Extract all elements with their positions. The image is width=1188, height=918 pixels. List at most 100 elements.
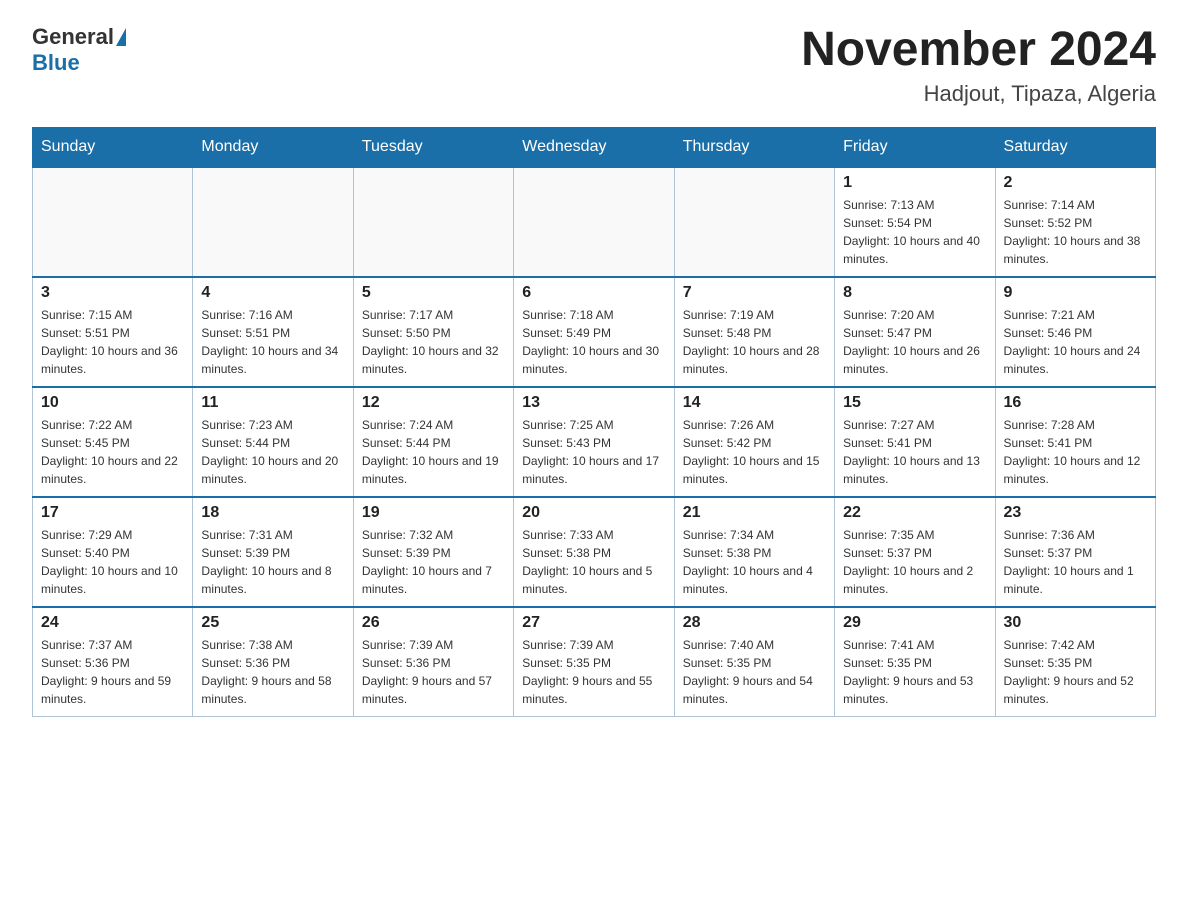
day-info: Sunrise: 7:25 AMSunset: 5:43 PMDaylight:… — [522, 416, 665, 488]
day-info: Sunrise: 7:41 AMSunset: 5:35 PMDaylight:… — [843, 636, 986, 708]
calendar-cell: 17Sunrise: 7:29 AMSunset: 5:40 PMDayligh… — [33, 497, 193, 607]
logo-blue-text: Blue — [32, 50, 80, 76]
title-area: November 2024 Hadjout, Tipaza, Algeria — [801, 24, 1156, 107]
day-number: 13 — [522, 394, 665, 412]
day-number: 30 — [1004, 614, 1147, 632]
calendar-week-row: 24 Sunrise: 7:37 AMSunset: 5:36 PMDayligh… — [33, 607, 1156, 717]
calendar-cell: 10 Sunrise: 7:22 AMSunset: 5:45 PMDayligh… — [33, 387, 193, 497]
calendar-cell: 27 Sunrise: 7:39 AMSunset: 5:35 PMDayligh… — [514, 607, 674, 717]
day-number: 18 — [201, 504, 344, 522]
day-number: 22 — [843, 504, 986, 522]
day-info: Sunrise: 7:23 AMSunset: 5:44 PMDaylight:… — [201, 416, 344, 488]
calendar-cell: 6 Sunrise: 7:18 AMSunset: 5:49 PMDaylight… — [514, 277, 674, 387]
day-info: Sunrise: 7:38 AMSunset: 5:36 PMDaylight:… — [201, 636, 344, 708]
day-number: 5 — [362, 284, 505, 302]
day-info: Sunrise: 7:21 AMSunset: 5:46 PMDaylight:… — [1004, 306, 1147, 378]
day-info: Sunrise: 7:37 AMSunset: 5:36 PMDaylight:… — [41, 636, 184, 708]
day-number: 16 — [1004, 394, 1147, 412]
month-title: November 2024 — [801, 24, 1156, 77]
day-info: Sunrise: 7:22 AMSunset: 5:45 PMDaylight:… — [41, 416, 184, 488]
calendar-cell — [33, 167, 193, 277]
calendar-cell: 20 Sunrise: 7:33 AMSunset: 5:38 PMDayligh… — [514, 497, 674, 607]
day-info: Sunrise: 7:29 AMSunset: 5:40 PMDaylight:… — [41, 526, 184, 598]
calendar-cell: 16 Sunrise: 7:28 AMSunset: 5:41 PMDayligh… — [995, 387, 1155, 497]
calendar-header-sunday: Sunday — [33, 127, 193, 167]
day-number: 7 — [683, 284, 826, 302]
day-number: 12 — [362, 394, 505, 412]
day-info: Sunrise: 7:17 AMSunset: 5:50 PMDaylight:… — [362, 306, 505, 378]
day-info: Sunrise: 7:20 AMSunset: 5:47 PMDaylight:… — [843, 306, 986, 378]
calendar-cell: 24 Sunrise: 7:37 AMSunset: 5:36 PMDayligh… — [33, 607, 193, 717]
calendar-week-row: 17Sunrise: 7:29 AMSunset: 5:40 PMDayligh… — [33, 497, 1156, 607]
day-info: Sunrise: 7:33 AMSunset: 5:38 PMDaylight:… — [522, 526, 665, 598]
calendar-cell: 2 Sunrise: 7:14 AMSunset: 5:52 PMDaylight… — [995, 167, 1155, 277]
location-subtitle: Hadjout, Tipaza, Algeria — [801, 81, 1156, 107]
day-number: 10 — [41, 394, 184, 412]
day-info: Sunrise: 7:28 AMSunset: 5:41 PMDaylight:… — [1004, 416, 1147, 488]
calendar-cell — [193, 167, 353, 277]
calendar-cell: 1Sunrise: 7:13 AMSunset: 5:54 PMDaylight… — [835, 167, 995, 277]
calendar-cell: 21 Sunrise: 7:34 AMSunset: 5:38 PMDayligh… — [674, 497, 834, 607]
day-number: 14 — [683, 394, 826, 412]
day-info: Sunrise: 7:35 AMSunset: 5:37 PMDaylight:… — [843, 526, 986, 598]
calendar-cell: 25 Sunrise: 7:38 AMSunset: 5:36 PMDayligh… — [193, 607, 353, 717]
day-number: 8 — [843, 284, 986, 302]
day-info: Sunrise: 7:19 AMSunset: 5:48 PMDaylight:… — [683, 306, 826, 378]
calendar-header-thursday: Thursday — [674, 127, 834, 167]
day-number: 20 — [522, 504, 665, 522]
day-info: Sunrise: 7:14 AMSunset: 5:52 PMDaylight:… — [1004, 196, 1147, 268]
calendar-week-row: 3Sunrise: 7:15 AMSunset: 5:51 PMDaylight… — [33, 277, 1156, 387]
logo-triangle-icon — [116, 28, 126, 46]
day-info: Sunrise: 7:34 AMSunset: 5:38 PMDaylight:… — [683, 526, 826, 598]
day-number: 25 — [201, 614, 344, 632]
day-number: 11 — [201, 394, 344, 412]
calendar-cell: 28Sunrise: 7:40 AMSunset: 5:35 PMDayligh… — [674, 607, 834, 717]
calendar-cell: 4 Sunrise: 7:16 AMSunset: 5:51 PMDaylight… — [193, 277, 353, 387]
calendar-cell: 26Sunrise: 7:39 AMSunset: 5:36 PMDayligh… — [353, 607, 513, 717]
calendar-header-saturday: Saturday — [995, 127, 1155, 167]
day-number: 23 — [1004, 504, 1147, 522]
day-info: Sunrise: 7:18 AMSunset: 5:49 PMDaylight:… — [522, 306, 665, 378]
day-number: 27 — [522, 614, 665, 632]
day-info: Sunrise: 7:32 AMSunset: 5:39 PMDaylight:… — [362, 526, 505, 598]
day-info: Sunrise: 7:26 AMSunset: 5:42 PMDaylight:… — [683, 416, 826, 488]
calendar-header-monday: Monday — [193, 127, 353, 167]
calendar-week-row: 10 Sunrise: 7:22 AMSunset: 5:45 PMDayligh… — [33, 387, 1156, 497]
day-info: Sunrise: 7:31 AMSunset: 5:39 PMDaylight:… — [201, 526, 344, 598]
day-number: 4 — [201, 284, 344, 302]
day-info: Sunrise: 7:39 AMSunset: 5:35 PMDaylight:… — [522, 636, 665, 708]
calendar-table: SundayMondayTuesdayWednesdayThursdayFrid… — [32, 127, 1156, 718]
calendar-cell: 18 Sunrise: 7:31 AMSunset: 5:39 PMDayligh… — [193, 497, 353, 607]
day-info: Sunrise: 7:42 AMSunset: 5:35 PMDaylight:… — [1004, 636, 1147, 708]
calendar-cell: 11 Sunrise: 7:23 AMSunset: 5:44 PMDayligh… — [193, 387, 353, 497]
day-number: 9 — [1004, 284, 1147, 302]
calendar-cell: 5 Sunrise: 7:17 AMSunset: 5:50 PMDaylight… — [353, 277, 513, 387]
calendar-cell — [353, 167, 513, 277]
calendar-cell: 19Sunrise: 7:32 AMSunset: 5:39 PMDayligh… — [353, 497, 513, 607]
day-info: Sunrise: 7:24 AMSunset: 5:44 PMDaylight:… — [362, 416, 505, 488]
day-number: 21 — [683, 504, 826, 522]
day-info: Sunrise: 7:16 AMSunset: 5:51 PMDaylight:… — [201, 306, 344, 378]
day-number: 24 — [41, 614, 184, 632]
calendar-cell: 9 Sunrise: 7:21 AMSunset: 5:46 PMDaylight… — [995, 277, 1155, 387]
day-number: 15 — [843, 394, 986, 412]
calendar-week-row: 1Sunrise: 7:13 AMSunset: 5:54 PMDaylight… — [33, 167, 1156, 277]
calendar-cell: 15Sunrise: 7:27 AMSunset: 5:41 PMDayligh… — [835, 387, 995, 497]
calendar-cell: 8 Sunrise: 7:20 AMSunset: 5:47 PMDaylight… — [835, 277, 995, 387]
calendar-cell: 14 Sunrise: 7:26 AMSunset: 5:42 PMDayligh… — [674, 387, 834, 497]
day-info: Sunrise: 7:13 AMSunset: 5:54 PMDaylight:… — [843, 196, 986, 268]
calendar-cell: 30 Sunrise: 7:42 AMSunset: 5:35 PMDayligh… — [995, 607, 1155, 717]
calendar-header-wednesday: Wednesday — [514, 127, 674, 167]
calendar-header-row: SundayMondayTuesdayWednesdayThursdayFrid… — [33, 127, 1156, 167]
calendar-cell: 22 Sunrise: 7:35 AMSunset: 5:37 PMDayligh… — [835, 497, 995, 607]
calendar-header-friday: Friday — [835, 127, 995, 167]
day-number: 26 — [362, 614, 505, 632]
calendar-cell — [514, 167, 674, 277]
logo-general-text: General — [32, 24, 114, 50]
day-number: 2 — [1004, 174, 1147, 192]
day-number: 29 — [843, 614, 986, 632]
calendar-cell: 13 Sunrise: 7:25 AMSunset: 5:43 PMDayligh… — [514, 387, 674, 497]
day-info: Sunrise: 7:40 AMSunset: 5:35 PMDaylight:… — [683, 636, 826, 708]
day-number: 3 — [41, 284, 184, 302]
day-number: 6 — [522, 284, 665, 302]
